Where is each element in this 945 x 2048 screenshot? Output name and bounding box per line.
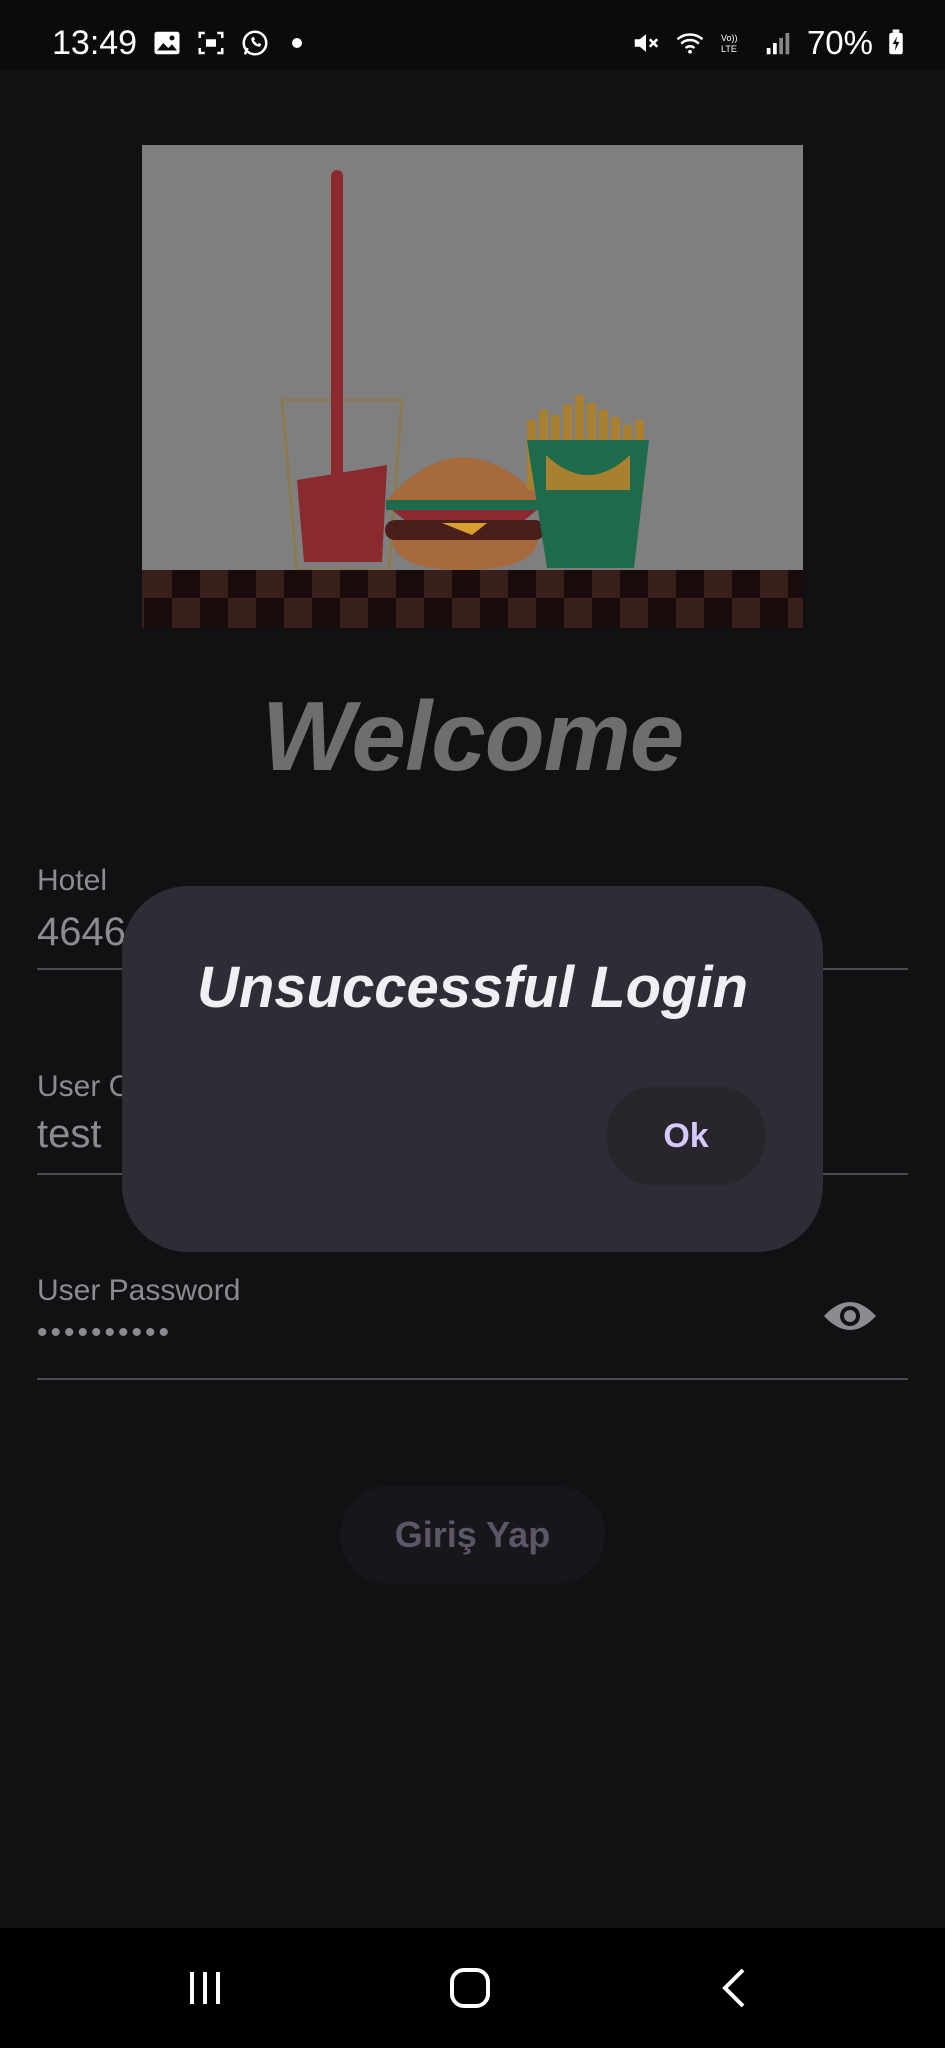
recent-apps-icon [190,1972,220,2004]
battery-icon [889,29,903,55]
home-icon [450,1968,490,2008]
notification-dot [292,38,302,48]
welcome-title: Welcome [261,681,684,791]
hotel-value: 4646 [37,910,126,954]
back-icon [722,1968,745,2008]
back-button[interactable] [695,1958,775,2018]
home-button[interactable] [430,1958,510,2018]
hotel-label: Hotel [37,864,108,897]
volte-icon: Vo))LTE [721,33,738,54]
battery-percent: 70% [806,24,873,61]
status-notification-icons [152,28,302,58]
password-label: User Password [37,1274,241,1307]
whatsapp-icon [242,30,268,56]
mute-icon [634,34,659,52]
dialog-title: Unsuccessful Login [196,955,749,1020]
user-code-value: test [37,1112,102,1156]
svg-text:Vo)): Vo)) [721,33,738,43]
status-system-icons: Vo)) LTE 70% [631,24,905,62]
password-field[interactable]: User Password •••••••••• [37,1262,908,1380]
login-button[interactable]: Giriş Yap [340,1486,605,1584]
svg-text:LTE: LTE [721,44,737,54]
screenshot-icon [198,31,224,55]
user-code-label: User C [37,1070,131,1103]
login-screen: Welcome Hotel 4646 User C test User Pass… [0,70,945,1928]
ok-button[interactable]: Ok [606,1086,766,1186]
recent-apps-button[interactable] [165,1958,245,2018]
error-dialog: Unsuccessful Login Ok [122,886,823,1252]
gallery-icon [154,31,180,55]
fast-food-illustration [142,145,803,628]
status-time: 13:49 [52,24,138,62]
wifi-icon [676,33,704,54]
eye-icon[interactable] [822,1296,878,1336]
password-value: •••••••••• [37,1316,173,1349]
signal-icon [766,33,790,55]
hero-illustration [142,145,803,628]
navigation-bar [0,1928,945,2048]
